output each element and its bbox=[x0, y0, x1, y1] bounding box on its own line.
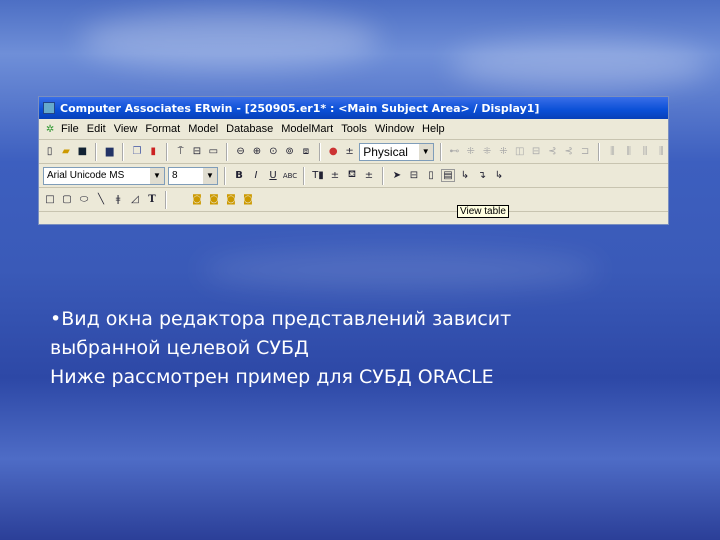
align-icon[interactable]: ⊰ bbox=[546, 145, 559, 158]
chevron-down-icon: ▼ bbox=[418, 143, 433, 160]
tooltip: View table bbox=[457, 205, 509, 218]
entity-icon[interactable]: ⊟ bbox=[190, 145, 203, 158]
drawing-toolbar: □ ▢ ⬭ ╲ ǂ ◿ T ◙ ◙ ◙ ◙ bbox=[39, 188, 668, 212]
view-mode-select[interactable]: Physical ▼ bbox=[359, 142, 434, 161]
window-title: Computer Associates ERwin - [250905.er1*… bbox=[60, 101, 540, 115]
pin-icon[interactable]: ⍑ bbox=[174, 145, 187, 158]
pointer-icon[interactable]: ➤ bbox=[390, 169, 404, 182]
slide-line: выбранной целевой СУБД bbox=[50, 337, 309, 359]
view-mode-value: Physical bbox=[363, 144, 408, 159]
menu-bar: ✲ File Edit View Format Model Database M… bbox=[39, 119, 668, 140]
menu-file[interactable]: File bbox=[57, 123, 83, 135]
bold-icon[interactable]: B bbox=[232, 169, 246, 182]
modelmart-icon[interactable]: ◙ bbox=[190, 193, 204, 206]
modelmart-icon[interactable]: ◙ bbox=[241, 193, 255, 206]
open-icon[interactable]: ▰ bbox=[59, 145, 72, 158]
menu-window[interactable]: Window bbox=[371, 123, 418, 135]
menu-format[interactable]: Format bbox=[141, 123, 184, 135]
save-icon[interactable]: ■ bbox=[76, 145, 89, 158]
zoom-fit-icon[interactable]: ⊚ bbox=[283, 145, 296, 158]
align-icon[interactable]: ⊷ bbox=[448, 145, 461, 158]
chevron-down-icon: ▼ bbox=[203, 167, 217, 184]
align-icon[interactable]: ⊐ bbox=[578, 145, 591, 158]
ellipse-icon[interactable]: ⬭ bbox=[77, 193, 91, 206]
zoom-all-icon[interactable]: ⧈ bbox=[299, 145, 312, 158]
space-icon[interactable]: ⫼ bbox=[622, 145, 635, 158]
diagram-icon[interactable]: ● bbox=[327, 145, 340, 158]
new-icon[interactable]: ▯ bbox=[43, 145, 56, 158]
polygon-icon[interactable]: ◿ bbox=[128, 193, 142, 206]
relationship-icon[interactable]: ↳ bbox=[492, 169, 506, 182]
font-size-select[interactable]: 8 ▼ bbox=[168, 166, 218, 185]
view-table-icon[interactable]: ▤ bbox=[441, 169, 455, 182]
color-icon[interactable]: ▮ bbox=[147, 145, 160, 158]
menu-modelmart[interactable]: ModelMart bbox=[277, 123, 337, 135]
menu-tools[interactable]: Tools bbox=[337, 123, 371, 135]
arrow-icon[interactable]: ± bbox=[362, 169, 376, 182]
align-icon[interactable]: ⁜ bbox=[464, 145, 477, 158]
align-icon[interactable]: ⁜ bbox=[480, 145, 493, 158]
space-icon[interactable]: ⫼ bbox=[606, 145, 619, 158]
modelmart-icon[interactable]: ◙ bbox=[224, 193, 238, 206]
title-bar: Computer Associates ERwin - [250905.er1*… bbox=[39, 97, 668, 119]
arrow-down-icon[interactable]: ± bbox=[343, 145, 356, 158]
menu-edit[interactable]: Edit bbox=[83, 123, 110, 135]
note-icon[interactable]: ▭ bbox=[207, 145, 220, 158]
underline-icon[interactable]: U bbox=[266, 169, 280, 182]
app-icon bbox=[43, 102, 55, 114]
slide-text: •Вид окна редактора представлений зависи… bbox=[50, 305, 511, 392]
erwin-window: Computer Associates ERwin - [250905.er1*… bbox=[38, 96, 669, 225]
view-icon[interactable]: ▯ bbox=[424, 169, 438, 182]
line-icon[interactable]: ╲ bbox=[94, 193, 108, 206]
menu-model[interactable]: Model bbox=[184, 123, 222, 135]
modelmart-icon[interactable]: ◙ bbox=[207, 193, 221, 206]
zoom-in-icon[interactable]: ⊕ bbox=[250, 145, 263, 158]
rectangle-icon[interactable]: □ bbox=[43, 193, 57, 206]
table-icon[interactable]: ⊟ bbox=[407, 169, 421, 182]
menu-database[interactable]: Database bbox=[222, 123, 277, 135]
arrow-icon[interactable]: ± bbox=[328, 169, 342, 182]
italic-icon[interactable]: I bbox=[249, 169, 263, 182]
relationship-icon[interactable]: ↳ bbox=[458, 169, 472, 182]
font-toolbar: Arial Unicode MS ▼ 8 ▼ B I U ABC T▮ ± ⛾ ± ➤ ⊟ ▯ ▤ ↳ ↴… bbox=[39, 164, 668, 188]
font-color-icon[interactable]: T▮ bbox=[311, 169, 325, 182]
strikeout-icon[interactable]: ABC bbox=[283, 169, 297, 182]
chevron-down-icon: ▼ bbox=[150, 167, 164, 184]
align-icon[interactable]: ⊟ bbox=[529, 145, 542, 158]
zoom-icon[interactable]: ⊙ bbox=[267, 145, 280, 158]
font-size-value: 8 bbox=[172, 170, 178, 181]
zoom-out-icon[interactable]: ⊖ bbox=[234, 145, 247, 158]
align-icon[interactable]: ◫ bbox=[513, 145, 526, 158]
polyline-icon[interactable]: ǂ bbox=[111, 193, 125, 206]
font-name-select[interactable]: Arial Unicode MS ▼ bbox=[43, 166, 165, 185]
rounded-rectangle-icon[interactable]: ▢ bbox=[60, 193, 74, 206]
menu-view[interactable]: View bbox=[110, 123, 142, 135]
text-icon[interactable]: T bbox=[145, 193, 159, 206]
standard-toolbar: ▯ ▰ ■ ▆ ❐ ▮ ⍑ ⊟ ▭ ⊖ ⊕ ⊙ ⊚ ⧈ ● ± Physical ▼ ⊷ ⁜ ⁜ ⁜ ◫ ⊟ ⊰ ⊰… bbox=[39, 140, 668, 164]
slide-line: •Вид окна редактора представлений зависи… bbox=[50, 308, 512, 330]
space-icon[interactable]: ⫼ bbox=[655, 145, 668, 158]
space-icon[interactable]: ⫼ bbox=[638, 145, 651, 158]
fill-icon[interactable]: ⛾ bbox=[345, 169, 359, 182]
relationship-icon[interactable]: ↴ bbox=[475, 169, 489, 182]
copy-icon[interactable]: ❐ bbox=[130, 145, 143, 158]
align-icon[interactable]: ⊰ bbox=[562, 145, 575, 158]
print-icon[interactable]: ▆ bbox=[103, 145, 116, 158]
menu-help[interactable]: Help bbox=[418, 123, 449, 135]
font-name-value: Arial Unicode MS bbox=[47, 170, 125, 181]
align-icon[interactable]: ⁜ bbox=[497, 145, 510, 158]
erwin-icon: ✲ bbox=[45, 123, 55, 135]
slide-line: Ниже рассмотрен пример для СУБД ORACLE bbox=[50, 366, 494, 388]
